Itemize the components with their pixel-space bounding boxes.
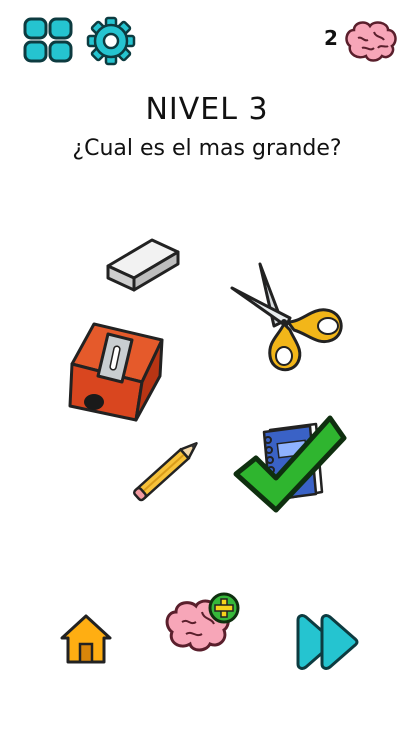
pencil-icon	[133, 441, 198, 502]
skip-forward-icon	[296, 614, 359, 670]
scissors-item[interactable]	[228, 262, 348, 378]
question-text: ¿Cual es el mas grande?	[72, 136, 342, 161]
settings-button[interactable]	[86, 16, 136, 66]
brain-icon	[345, 21, 397, 62]
brain-hint-icon	[165, 592, 240, 652]
pencil-sharpener-item[interactable]	[66, 320, 166, 426]
hint-button[interactable]	[162, 592, 242, 658]
level-title: NIVEL 3	[145, 92, 269, 127]
menu-button[interactable]	[22, 16, 74, 64]
menu-grid-icon	[23, 17, 73, 63]
settings-gear-icon	[86, 16, 136, 66]
eraser-item[interactable]	[104, 232, 182, 294]
correct-checkmark-icon	[232, 412, 348, 516]
pencil-item[interactable]	[126, 426, 212, 510]
pencil-sharpener-icon	[68, 322, 164, 422]
home-button[interactable]	[58, 612, 114, 666]
brain-counter: 2	[318, 18, 400, 64]
eraser-icon	[106, 238, 180, 292]
brain-count-value: 2	[324, 26, 338, 50]
skip-button[interactable]	[294, 614, 360, 670]
scissors-icon	[230, 262, 343, 372]
home-icon	[60, 614, 112, 664]
